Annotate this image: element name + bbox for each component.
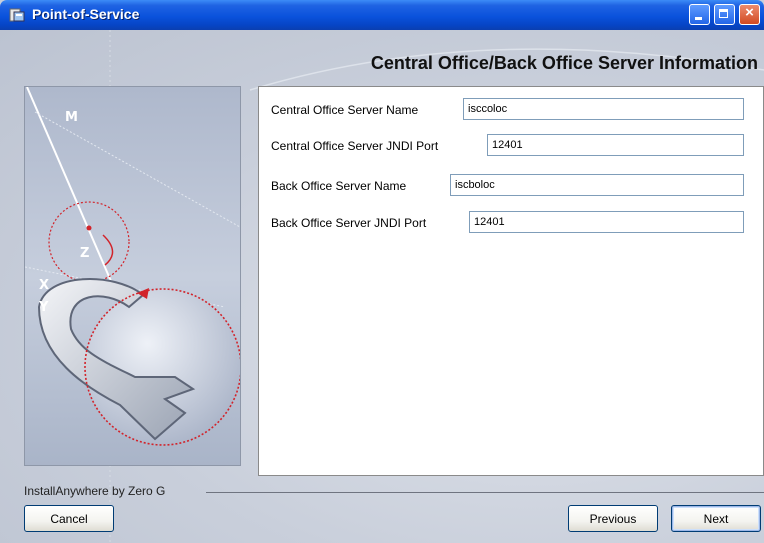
back-office-server-name-input[interactable] <box>450 174 744 196</box>
page-title: Central Office/Back Office Server Inform… <box>370 53 758 73</box>
central-office-server-name-input[interactable] <box>463 98 744 120</box>
back-office-jndi-port-label: Back Office Server JNDI Port <box>271 216 427 230</box>
back-office-server-name-label: Back Office Server Name <box>271 179 407 193</box>
minimize-icon[interactable] <box>689 4 710 25</box>
window-title: Point-of-Service <box>32 6 140 22</box>
central-office-jndi-port-input[interactable] <box>487 134 744 156</box>
installanywhere-branding: InstallAnywhere by Zero G <box>24 484 166 498</box>
back-office-jndi-port-input[interactable] <box>469 211 744 233</box>
central-office-server-name-label: Central Office Server Name <box>271 103 419 117</box>
footer-divider <box>206 492 764 493</box>
close-icon[interactable]: × <box>739 4 760 25</box>
letter-z: Z <box>80 246 89 261</box>
installer-window: Point-of-Service × Central Office/Back O… <box>0 0 764 543</box>
title-bar[interactable]: Point-of-Service × <box>0 0 764 30</box>
installer-app-icon <box>9 8 25 22</box>
maximize-icon[interactable] <box>714 4 735 25</box>
next-button[interactable]: Next <box>671 505 761 532</box>
central-office-jndi-port-label: Central Office Server JNDI Port <box>271 139 439 153</box>
wrench-illustration-icon: M Z X Y <box>25 87 240 465</box>
letter-x: X <box>39 278 49 293</box>
side-illustration: M Z X Y <box>24 86 241 466</box>
letter-y: Y <box>38 300 49 315</box>
letter-m: M <box>65 110 78 125</box>
cancel-button[interactable]: Cancel <box>24 505 114 532</box>
server-info-form: Central Office Server Name Central Offic… <box>258 86 764 476</box>
previous-button[interactable]: Previous <box>568 505 658 532</box>
